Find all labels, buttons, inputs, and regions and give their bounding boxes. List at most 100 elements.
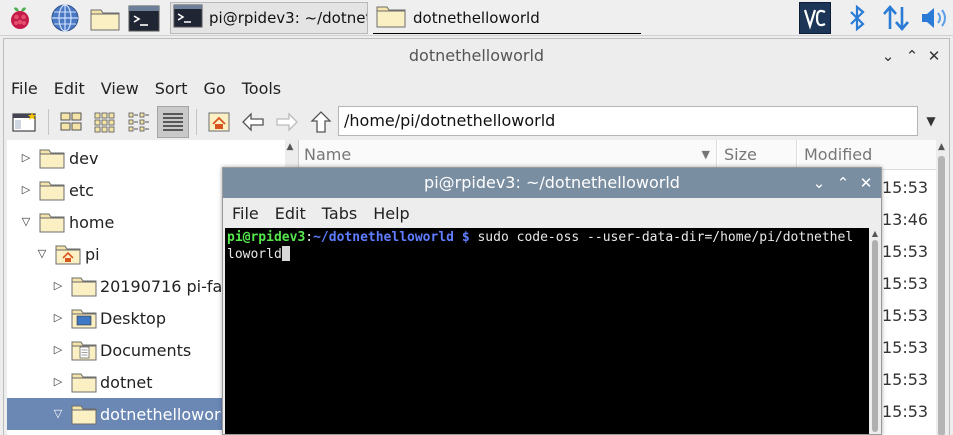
compact-view-icon — [128, 112, 149, 132]
window-title: dotnethelloworld — [408, 46, 545, 65]
collapse-arrow-icon[interactable]: ▽ — [36, 248, 48, 260]
collapse-arrow-icon[interactable]: ▽ — [20, 216, 32, 228]
tree-item-label: dotnet — [100, 372, 153, 392]
tree-item-label: home — [69, 212, 115, 232]
command-text: sudo code-oss --user-data-dir=/home/pi/d… — [469, 230, 854, 245]
expand-arrow-icon[interactable]: ▷ — [52, 280, 64, 292]
minimize-icon[interactable]: ⌄ — [876, 39, 900, 73]
path-dropdown-icon[interactable]: ▼ — [922, 109, 940, 133]
tree-item-label: dev — [69, 148, 99, 168]
minimize-icon[interactable]: ⌄ — [807, 168, 831, 198]
modified-time: 15:53 — [882, 370, 929, 389]
command-line-wrap: loworld — [227, 246, 867, 263]
icon-view-button[interactable] — [55, 106, 87, 138]
terminal-scrollbar[interactable]: ▲ — [870, 228, 880, 434]
sort-dropdown-icon[interactable]: ▼ — [702, 140, 710, 170]
column-name[interactable]: Name ▼ — [299, 140, 717, 170]
expand-arrow-icon[interactable]: ▷ — [20, 184, 32, 196]
expand-arrow-icon[interactable]: ▷ — [20, 152, 32, 164]
scrollbar-thumb[interactable] — [938, 156, 945, 435]
column-modified[interactable]: Modified — [799, 140, 938, 170]
modified-time: 15:53 — [882, 338, 929, 357]
scroll-up-icon[interactable]: ▲ — [285, 142, 295, 152]
file-list-scrollbar[interactable]: ▲ — [936, 140, 947, 435]
prompt-dollar: $ — [454, 230, 470, 245]
column-size[interactable]: Size — [719, 140, 797, 170]
menu-tools[interactable]: Tools — [242, 79, 281, 98]
command-text-continued: loworld — [227, 247, 282, 262]
menu-sort[interactable]: Sort — [155, 79, 188, 98]
terminal-launcher-icon[interactable] — [128, 3, 160, 33]
path-input[interactable]: /home/pi/dotnethelloworld — [338, 106, 918, 136]
menu-bar: File Edit View Sort Go Tools — [4, 73, 949, 103]
new-window-button[interactable] — [9, 106, 41, 138]
thumbnail-view-button[interactable] — [89, 106, 121, 138]
scroll-up-icon[interactable]: ▲ — [870, 229, 880, 238]
column-name-label: Name — [304, 145, 352, 164]
close-icon[interactable]: ✕ — [854, 168, 878, 198]
forward-button[interactable] — [271, 106, 303, 138]
task-label: dotnethelloworld — [413, 8, 540, 27]
toolbar: /home/pi/dotnethelloworld ▼ — [4, 103, 949, 141]
terminal-title: pi@rpidev3: ~/dotnethelloworld — [424, 173, 680, 192]
volume-icon[interactable] — [918, 2, 950, 34]
terminal-output[interactable]: pi@rpidev3:~/dotnethelloworld $ sudo cod… — [225, 228, 869, 434]
prompt-user: pi@rpidev3 — [227, 230, 306, 245]
tree-item-label: etc — [69, 180, 94, 200]
column-modified-label: Modified — [804, 145, 873, 164]
maximize-icon[interactable]: ⌃ — [831, 168, 855, 198]
detailed-list-icon — [163, 113, 183, 131]
maximize-icon[interactable]: ⌃ — [900, 39, 924, 73]
vnc-icon[interactable] — [799, 2, 831, 34]
modified-time: 15:53 — [882, 402, 929, 421]
desktop-folder-icon — [71, 309, 97, 329]
network-icon[interactable] — [880, 2, 912, 34]
expand-arrow-icon[interactable]: ▷ — [52, 312, 64, 324]
web-browser-icon[interactable] — [50, 3, 80, 33]
forward-arrow-icon — [276, 112, 298, 132]
raspberry-menu-icon[interactable] — [5, 3, 35, 33]
menu-edit[interactable]: Edit — [54, 79, 85, 98]
folder-icon — [39, 149, 65, 169]
modified-time: 15:53 — [882, 242, 929, 261]
expand-arrow-icon[interactable]: ▷ — [52, 344, 64, 356]
menu-help[interactable]: Help — [373, 204, 409, 223]
thumbnail-view-icon — [94, 112, 115, 133]
compact-view-button[interactable] — [123, 106, 155, 138]
bluetooth-icon[interactable] — [842, 2, 874, 34]
terminal-titlebar[interactable]: pi@rpidev3: ~/dotnethelloworld ⌄ ⌃ ✕ — [223, 168, 881, 198]
window-titlebar[interactable]: dotnethelloworld ⌄ ⌃ ✕ — [4, 39, 949, 73]
command-line: pi@rpidev3:~/dotnethelloworld $ sudo cod… — [227, 229, 867, 246]
menu-edit[interactable]: Edit — [275, 204, 306, 223]
menu-go[interactable]: Go — [204, 79, 226, 98]
modified-time: 15:53 — [882, 178, 929, 197]
home-button[interactable] — [203, 106, 235, 138]
file-manager-icon[interactable] — [89, 3, 120, 33]
tree-item-label: pi — [85, 244, 100, 264]
terminal-menu-bar: File Edit Tabs Help — [223, 198, 881, 228]
task-file-manager[interactable]: dotnethelloworld — [373, 2, 641, 34]
menu-view[interactable]: View — [101, 79, 139, 98]
close-icon[interactable]: ✕ — [922, 39, 946, 73]
task-terminal[interactable]: pi@rpidev3: ~/dotnet... — [170, 2, 368, 34]
tree-item-label: Documents — [100, 340, 192, 360]
back-button[interactable] — [237, 106, 269, 138]
menu-tabs[interactable]: Tabs — [322, 204, 357, 223]
task-label: pi@rpidev3: ~/dotnet... — [209, 9, 367, 27]
scrollbar-thumb[interactable] — [872, 240, 878, 432]
detailed-list-view-button[interactable] — [157, 106, 189, 138]
up-button[interactable] — [305, 106, 337, 138]
up-arrow-icon — [310, 111, 332, 133]
prompt-path: ~/dotnethelloworld — [313, 230, 454, 245]
icon-view-icon — [60, 112, 82, 131]
expand-arrow-icon[interactable]: ▷ — [52, 376, 64, 388]
folder-icon — [71, 277, 97, 297]
menu-file[interactable]: File — [11, 79, 38, 98]
toolbar-separator — [48, 109, 49, 135]
back-arrow-icon — [242, 112, 264, 132]
home-folder-icon — [55, 245, 81, 265]
collapse-arrow-icon[interactable]: ▽ — [52, 408, 64, 420]
scroll-up-icon[interactable]: ▲ — [936, 142, 947, 152]
folder-icon — [71, 405, 97, 425]
menu-file[interactable]: File — [232, 204, 259, 223]
